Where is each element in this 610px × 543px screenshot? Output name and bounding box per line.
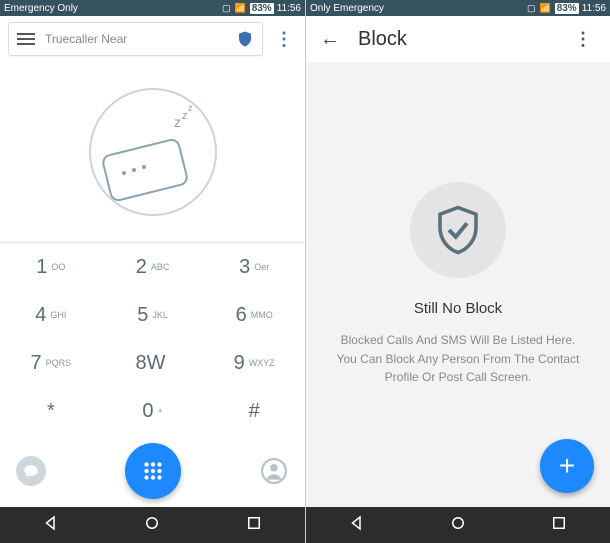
battery-percent: 83%	[250, 3, 274, 14]
status-time: 11:56	[582, 3, 606, 14]
dialpad-fab[interactable]	[125, 443, 181, 499]
wifi-icon: 📶	[234, 3, 246, 14]
svg-text:z: z	[188, 103, 193, 113]
android-navbar	[0, 507, 305, 543]
battery-percent: 83%	[555, 3, 579, 14]
key-3[interactable]: 3Oer	[203, 243, 305, 291]
key-0[interactable]: 0+	[102, 387, 204, 435]
search-box[interactable]: Truecaller Near	[8, 22, 263, 56]
back-arrow-icon[interactable]: ←	[320, 28, 340, 51]
svg-text:z: z	[182, 110, 188, 122]
nfc-icon: ▢	[222, 3, 232, 14]
android-navbar	[306, 507, 610, 543]
nfc-icon: ▢	[527, 3, 537, 14]
status-text-left: Emergency Only	[4, 3, 78, 14]
key-2[interactable]: 2ABC	[102, 243, 204, 291]
key-7[interactable]: 7PQRS	[0, 339, 102, 387]
screen-dialer: Emergency Only ▢ 📶 83% 11:56 Truecaller …	[0, 0, 305, 543]
empty-illustration: z z z	[0, 62, 305, 242]
key-1[interactable]: 1OO	[0, 243, 102, 291]
page-title: Block	[358, 28, 407, 51]
key-star[interactable]: *	[0, 387, 102, 435]
nav-home-icon[interactable]	[143, 514, 161, 537]
nav-home-icon[interactable]	[449, 514, 467, 537]
overflow-menu-icon[interactable]: ⋮	[271, 29, 297, 50]
empty-description: Blocked Calls And SMS Will Be Listed Her…	[332, 331, 584, 387]
key-6[interactable]: 6MMO	[203, 291, 305, 339]
key-4[interactable]: 4GHI	[0, 291, 102, 339]
shield-check-icon	[410, 182, 506, 278]
menu-icon[interactable]	[17, 33, 35, 45]
sleeping-phone-icon: z z z	[88, 87, 218, 217]
overflow-menu-icon[interactable]: ⋮	[570, 29, 596, 50]
dialpad: 1OO 2ABC 3Oer 4GHI 5JKL 6MMO 7PQRS 8W 9W…	[0, 242, 305, 507]
profile-button[interactable]	[259, 456, 289, 486]
key-9[interactable]: 9WXYZ	[203, 339, 305, 387]
status-time: 11:56	[277, 3, 301, 14]
empty-title: Still No Block	[414, 300, 502, 317]
app-bar: ← Block ⋮	[306, 16, 610, 62]
add-block-fab[interactable]: +	[540, 439, 594, 493]
search-placeholder: Truecaller Near	[45, 32, 236, 46]
wifi-icon: 📶	[539, 3, 551, 14]
nav-back-icon[interactable]	[42, 514, 60, 537]
status-text-left: Only Emergency	[310, 3, 384, 14]
nav-recent-icon[interactable]	[550, 514, 568, 537]
key-5[interactable]: 5JKL	[102, 291, 204, 339]
messages-button[interactable]	[16, 456, 46, 486]
shield-icon[interactable]	[236, 30, 254, 48]
screen-block: Only Emergency ▢ 📶 83% 11:56 ← Block ⋮ S…	[305, 0, 610, 543]
toolbar: Truecaller Near ⋮	[0, 16, 305, 62]
nav-recent-icon[interactable]	[245, 514, 263, 537]
svg-text:z: z	[174, 114, 181, 130]
key-8[interactable]: 8W	[102, 339, 204, 387]
block-empty-state: Still No Block Blocked Calls And SMS Wil…	[306, 62, 610, 507]
status-bar: Emergency Only ▢ 📶 83% 11:56	[0, 0, 305, 16]
status-bar: Only Emergency ▢ 📶 83% 11:56	[306, 0, 610, 16]
nav-back-icon[interactable]	[348, 514, 366, 537]
key-hash[interactable]: #	[203, 387, 305, 435]
